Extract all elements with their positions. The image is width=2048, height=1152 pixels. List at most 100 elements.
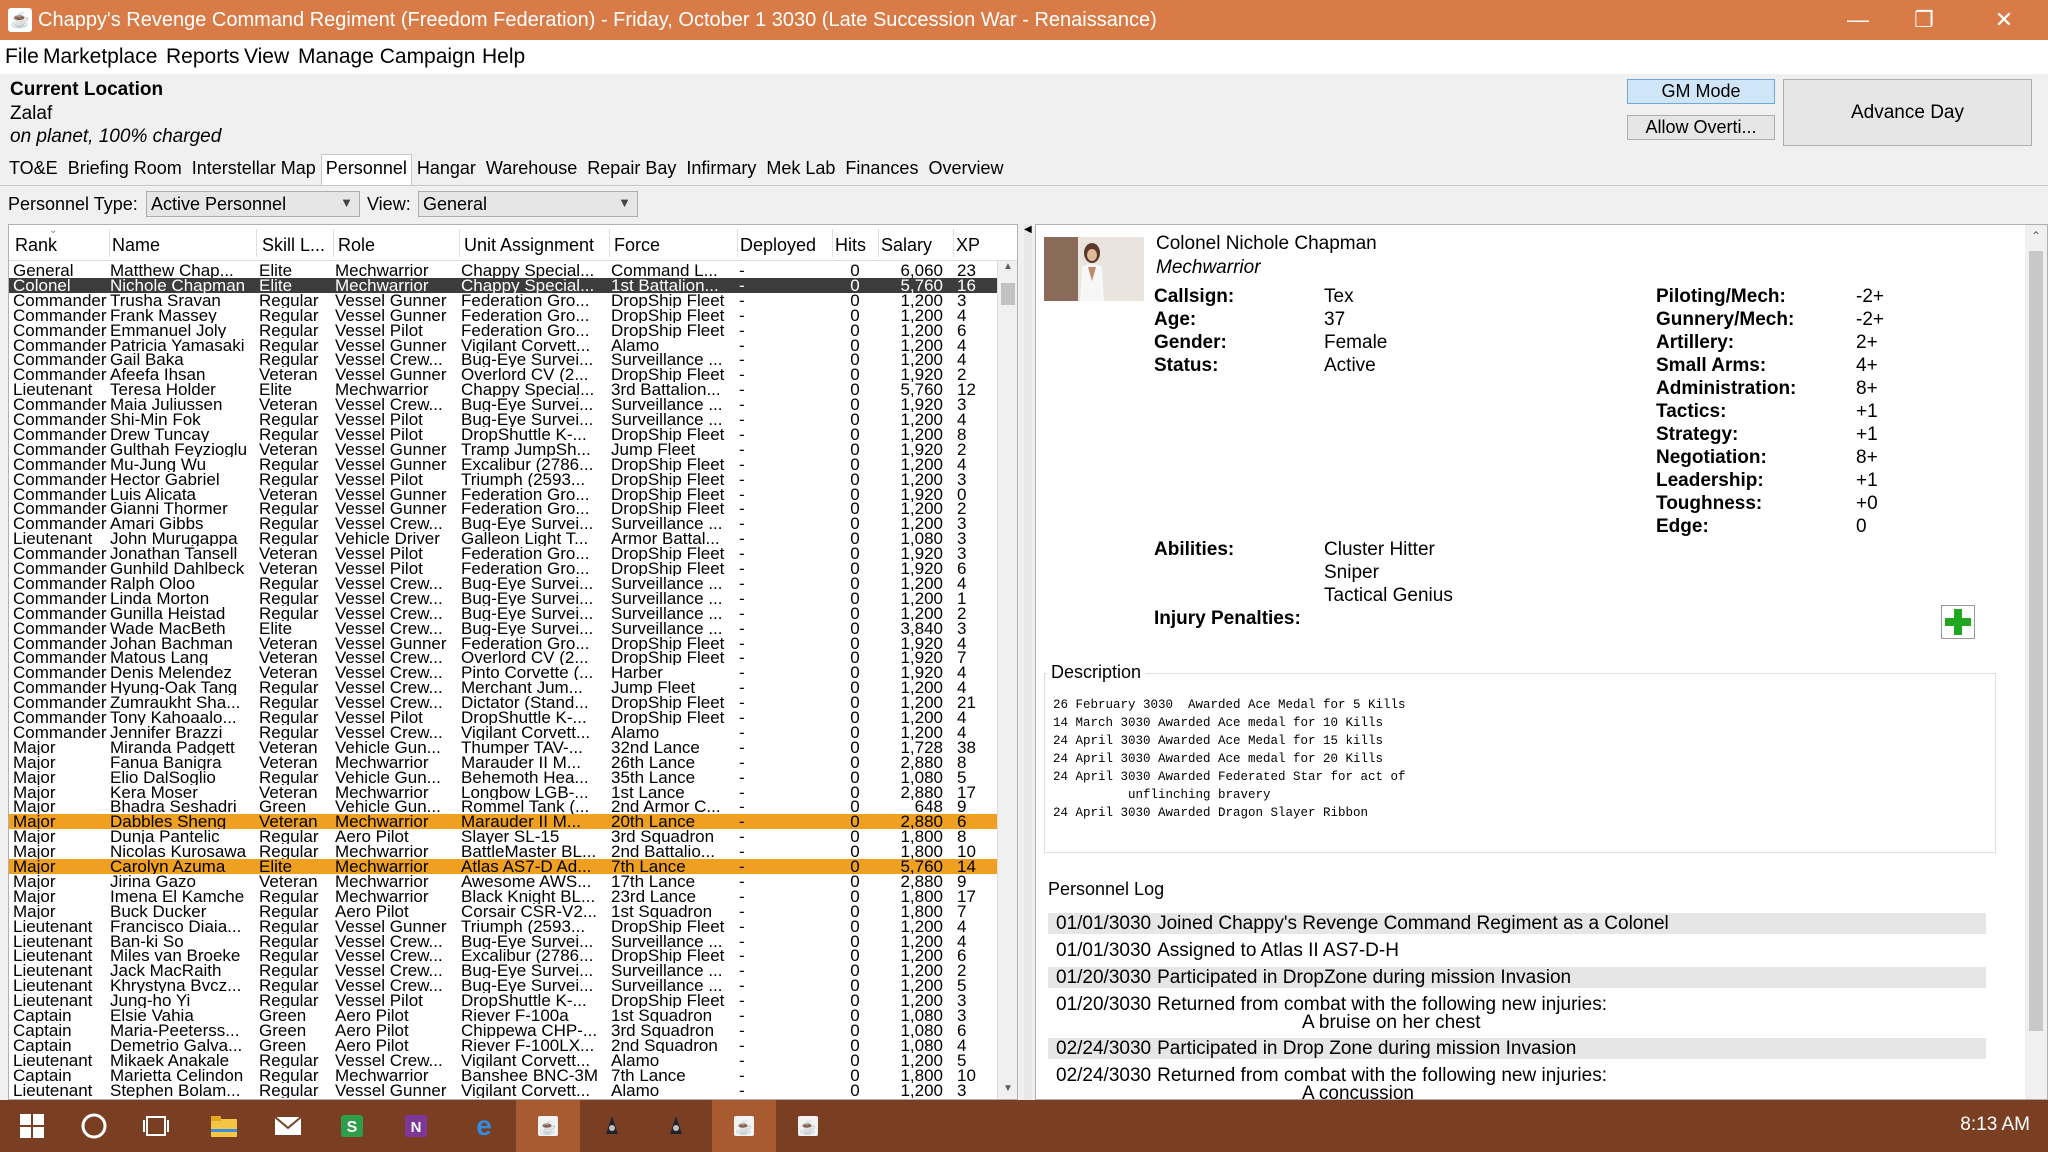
table-row[interactable]: Major Bhadra Seshadri Green Vehicle Gun... R… xyxy=(9,799,999,814)
column-separator[interactable] xyxy=(878,229,879,257)
table-row[interactable]: Major Carolyn Azuma Elite Mechwarrior Atlas … xyxy=(9,859,999,874)
column-force[interactable]: Force xyxy=(614,235,660,256)
table-row[interactable]: General Matthew Chap... Elite Mechwarrior Ch… xyxy=(9,263,999,278)
table-row[interactable]: Commander Zumraukht Sha... Regular Vessel C… xyxy=(9,695,999,710)
table-row[interactable]: Major Dabbles Sheng Veteran Mechwarrior Mara… xyxy=(9,814,999,830)
mail-icon[interactable] xyxy=(256,1100,320,1152)
menu-reports[interactable]: Reports xyxy=(166,45,240,69)
table-row[interactable]: Captain Maria-Peeterss... Green Aero Pilot C… xyxy=(9,1023,999,1038)
table-row[interactable]: Major Buck Ducker Regular Aero Pilot Corsair… xyxy=(9,904,999,919)
panel-splitter[interactable]: ◀ xyxy=(1024,224,1032,1100)
tab-briefing-room[interactable]: Briefing Room xyxy=(63,154,187,185)
column-separator[interactable] xyxy=(832,229,833,257)
column-role[interactable]: Role xyxy=(338,235,375,256)
table-row[interactable]: Commander Gunilla Heistad Regular Vessel Cr… xyxy=(9,606,999,621)
table-row[interactable]: Lieutenant Jung-ho Yi Regular Vessel Pilot D… xyxy=(9,993,999,1008)
table-row[interactable]: Commander Trusha Sravan Regular Vessel Gunn… xyxy=(9,293,999,308)
table-row[interactable]: Major Kera Moser Veteran Mechwarrior Longbow… xyxy=(9,785,999,800)
tab-hangar[interactable]: Hangar xyxy=(412,154,481,185)
table-row[interactable]: Lieutenant Francisco Diaia... Regular Vesse… xyxy=(9,919,999,934)
table-row[interactable]: Commander Matous Lang Veteran Vessel Crew..… xyxy=(9,650,999,665)
menu-file[interactable]: File xyxy=(5,45,39,69)
personnel-type-select[interactable]: Active Personnel ▼ xyxy=(146,191,360,217)
table-row[interactable]: Major Elio DalSoglio Regular Vehicle Gun...… xyxy=(9,770,999,785)
scroll-down-icon[interactable]: ▼ xyxy=(998,1083,1017,1099)
tab-toe[interactable]: TO&E xyxy=(4,154,63,185)
table-row[interactable]: Commander Drew Tuncay Regular Vessel Pilot D… xyxy=(9,427,999,442)
view-select[interactable]: General ▼ xyxy=(418,191,638,217)
tab-personnel[interactable]: Personnel xyxy=(320,154,412,185)
column-salary[interactable]: Salary xyxy=(881,235,932,256)
java-icon[interactable]: ☕ xyxy=(712,1100,776,1152)
add-injury-button[interactable] xyxy=(1941,605,1975,639)
column-unit-assignment[interactable]: Unit Assignment xyxy=(464,235,594,256)
edge-icon[interactable]: e xyxy=(452,1100,516,1152)
column-rank[interactable]: Rank xyxy=(15,235,57,256)
table-row[interactable]: Lieutenant Mikaek Anakale Regular Vessel Cr… xyxy=(9,1053,999,1068)
advance-day-button[interactable]: Advance Day xyxy=(1783,79,2032,146)
table-row[interactable]: Commander Maia Juliussen Veteran Vessel Cre… xyxy=(9,397,999,412)
column-hits[interactable]: Hits xyxy=(835,235,866,256)
cortana-icon[interactable] xyxy=(62,1100,126,1152)
column-xp[interactable]: XP xyxy=(956,235,980,256)
table-row[interactable]: Commander Emmanuel Joly Regular Vessel Pilo… xyxy=(9,323,999,338)
table-row[interactable]: Captain Demetrio Galva... Green Aero Pilot R… xyxy=(9,1038,999,1053)
column-deployed[interactable]: Deployed xyxy=(740,235,816,256)
table-row[interactable]: Commander Tony Kahoaalo... Regular Vessel P… xyxy=(9,710,999,725)
tab-infirmary[interactable]: Infirmary xyxy=(681,154,761,185)
table-row[interactable]: Commander Frank Massey Regular Vessel Gunne… xyxy=(9,308,999,323)
table-row[interactable]: Commander Gulthah Feyzioglu Veteran Vessel … xyxy=(9,442,999,457)
game-icon[interactable] xyxy=(644,1100,708,1152)
task-view-icon[interactable] xyxy=(124,1100,188,1152)
allow-overtime-button[interactable]: Allow Overti... xyxy=(1627,115,1775,140)
tab-mek-lab[interactable]: Mek Lab xyxy=(761,154,840,185)
menu-view[interactable]: View xyxy=(244,45,289,69)
table-row[interactable]: Major Miranda Padgett Veteran Vehicle Gun..… xyxy=(9,740,999,755)
table-row[interactable]: Lieutenant Ban-ki So Regular Vessel Crew...… xyxy=(9,934,999,949)
table-row[interactable]: Captain Marietta Celindon Regular Mechwarri… xyxy=(9,1068,999,1083)
table-row[interactable]: Commander Hyung-Oak Tang Regular Vessel Cre… xyxy=(9,680,999,695)
table-row[interactable]: Commander Jennifer Brazzi Regular Vessel Cr… xyxy=(9,725,999,740)
onenote-icon[interactable]: N xyxy=(384,1100,448,1152)
table-row[interactable]: Commander Wade MacBeth Elite Vessel Crew...… xyxy=(9,621,999,636)
table-row[interactable]: Lieutenant Teresa Holder Elite Mechwarrior C… xyxy=(9,382,999,397)
tab-interstellar-map[interactable]: Interstellar Map xyxy=(187,154,321,185)
taskbar-clock[interactable]: 8:13 AM xyxy=(1960,1114,2030,1136)
file-explorer-icon[interactable] xyxy=(192,1100,256,1152)
tab-overview[interactable]: Overview xyxy=(923,154,1008,185)
table-row[interactable]: Major Jirina Gazo Veteran Mechwarrior Awesom… xyxy=(9,874,999,889)
menu-manage-campaign[interactable]: Manage Campaign xyxy=(298,45,475,69)
table-row[interactable]: Commander Hector Gabriel Regular Vessel Pil… xyxy=(9,472,999,487)
column-separator[interactable] xyxy=(737,229,738,257)
menu-marketplace[interactable]: Marketplace xyxy=(43,45,157,69)
table-row[interactable]: Commander Luis Alicata Veteran Vessel Gunne… xyxy=(9,487,999,502)
minimize-button[interactable]: — xyxy=(1828,0,1888,40)
table-row[interactable]: Commander Gianni Thormer Regular Vessel Gun… xyxy=(9,501,999,516)
table-row[interactable]: Commander Jonathan Tansell Veteran Vessel P… xyxy=(9,546,999,561)
java-icon[interactable]: ☕ xyxy=(516,1100,580,1152)
scroll-up-icon[interactable]: ⌃ xyxy=(2031,229,2041,243)
table-row[interactable]: Commander Denis Melendez Veteran Vessel Cre… xyxy=(9,665,999,680)
column-skill-level[interactable]: Skill L... xyxy=(262,235,325,256)
table-row[interactable]: Commander Gunhild Dahlbeck Veteran Vessel P… xyxy=(9,561,999,576)
column-separator[interactable] xyxy=(953,229,954,257)
table-row[interactable]: Commander Amari Gibbs Regular Vessel Crew..… xyxy=(9,516,999,531)
table-row[interactable]: Lieutenant Miles van Broeke Regular Vessel … xyxy=(9,948,999,963)
table-row[interactable]: Lieutenant John Murugappa Regular Vehicle D… xyxy=(9,531,999,546)
table-row[interactable]: Commander Afeefa Ihsan Veteran Vessel Gunne… xyxy=(9,367,999,382)
table-row[interactable]: Commander Mu-Jung Wu Regular Vessel Gunner E… xyxy=(9,457,999,472)
tab-warehouse[interactable]: Warehouse xyxy=(481,154,582,185)
table-row[interactable]: Major Nicolas Kurosawa Regular Mechwarrior B… xyxy=(9,844,999,859)
table-row[interactable]: Lieutenant Stephen Bolam... Regular Vessel … xyxy=(9,1083,999,1098)
table-row[interactable]: Colonel Nichole Chapman Elite Mechwarrior Ch… xyxy=(9,277,999,293)
column-separator[interactable] xyxy=(459,229,460,257)
table-row[interactable]: Commander Shi-Min Fok Regular Vessel Pilot B… xyxy=(9,412,999,427)
table-scrollbar[interactable]: ▲ ▼ xyxy=(997,261,1017,1099)
windows-start-icon[interactable] xyxy=(0,1100,64,1152)
scroll-up-icon[interactable]: ▲ xyxy=(998,261,1017,279)
table-row[interactable]: Commander Gail Baka Regular Vessel Crew... B… xyxy=(9,352,999,367)
table-row[interactable]: Commander Ralph Oloo Regular Vessel Crew...… xyxy=(9,576,999,591)
tab-repair-bay[interactable]: Repair Bay xyxy=(582,154,681,185)
table-row[interactable]: Major Fanua Banigra Veteran Mechwarrior Mara… xyxy=(9,755,999,770)
java-icon[interactable]: ☕ xyxy=(776,1100,840,1152)
